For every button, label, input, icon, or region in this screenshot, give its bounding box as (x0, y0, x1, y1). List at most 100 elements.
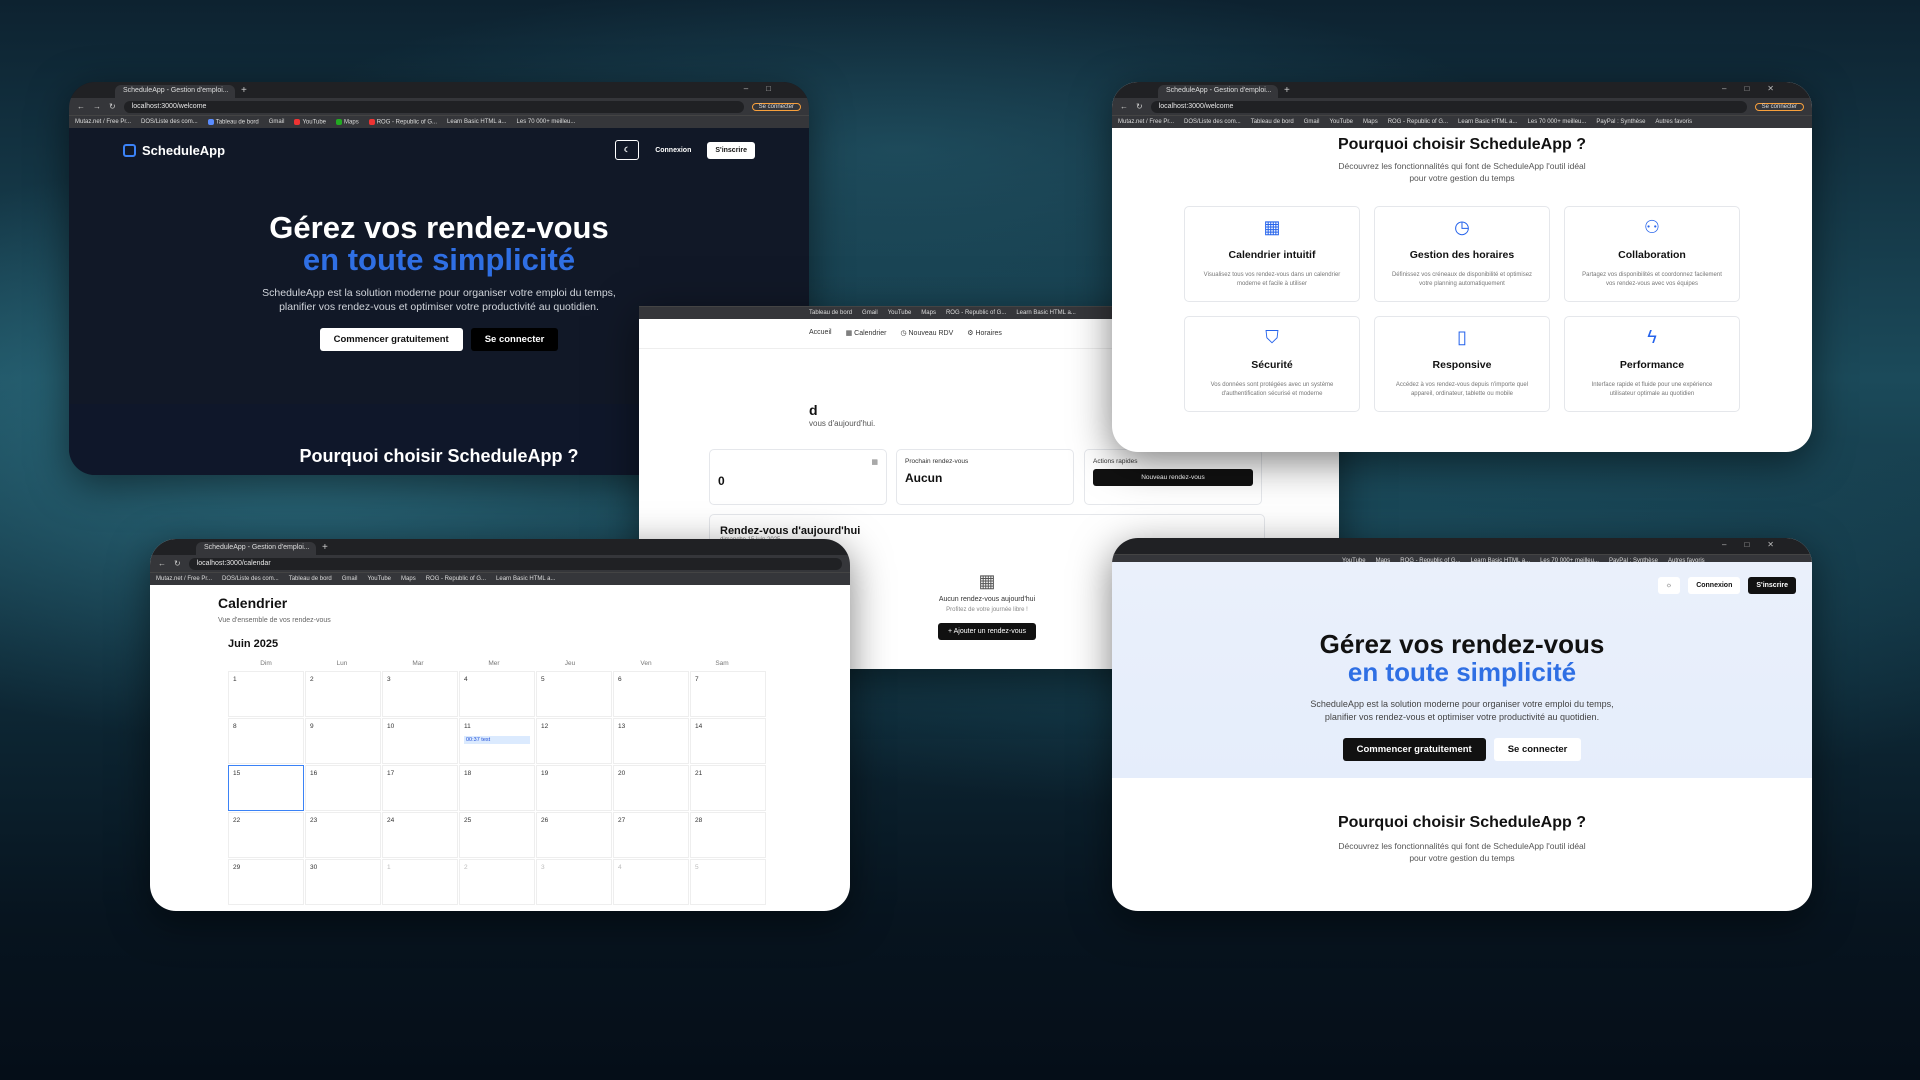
bookmark-10[interactable]: PayPal : Synthèse (1609, 558, 1658, 564)
new-tab-icon[interactable]: + (241, 85, 247, 96)
day-cell[interactable]: 6 (613, 671, 689, 717)
bookmark-4[interactable]: Gmail (269, 119, 285, 125)
url-field[interactable]: localhost:3000/welcome (1150, 100, 1747, 113)
day-cell[interactable]: 2 (305, 671, 381, 717)
start-free-button[interactable]: Commencer gratuitement (319, 328, 463, 351)
reload-icon[interactable]: ↻ (174, 559, 181, 568)
bookmark-5[interactable]: YouTube (294, 118, 326, 125)
other-bookmarks[interactable]: Autres favoris (1668, 558, 1705, 564)
bookmark-6[interactable]: Maps (401, 576, 416, 582)
day-cell[interactable]: 25 (459, 812, 535, 858)
nav-home[interactable]: Accueil (809, 329, 832, 348)
browser-tab[interactable]: ScheduleApp - Gestion d'emploi... (196, 542, 316, 555)
bookmark-3[interactable]: Tableau de bord (289, 576, 332, 582)
start-free-button[interactable]: Commencer gratuitement (1342, 738, 1486, 761)
day-cell[interactable]: 1 (382, 859, 458, 905)
bookmark-5[interactable]: YouTube (888, 310, 912, 316)
bookmark-7[interactable]: ROG - Republic of G... (1400, 558, 1460, 564)
bookmark-8[interactable]: Learn Basic HTML a... (1471, 558, 1530, 564)
bookmark-6[interactable]: Maps (1376, 558, 1391, 564)
bookmark-4[interactable]: Gmail (1304, 119, 1320, 125)
day-cell[interactable]: 28 (690, 812, 766, 858)
day-cell[interactable]: 21 (690, 765, 766, 811)
day-cell[interactable]: 16 (305, 765, 381, 811)
day-cell[interactable]: 18 (459, 765, 535, 811)
bookmark-8[interactable]: Learn Basic HTML a... (447, 119, 506, 125)
bookmark-9[interactable]: Les 70 000+ meilleu... (1540, 558, 1599, 564)
profile-button[interactable]: Se connecter (1754, 102, 1804, 111)
url-field[interactable]: localhost:3000/calendar (188, 557, 842, 570)
login-button[interactable]: Connexion (1688, 577, 1741, 594)
nav-schedules[interactable]: ⚙ Horaires (967, 329, 1002, 348)
new-tab-icon[interactable]: + (322, 542, 328, 553)
window-controls-icon[interactable]: –□ (744, 84, 789, 93)
bookmark-10[interactable]: PayPal : Synthèse (1596, 119, 1645, 125)
day-cell[interactable]: 11 00:37 test (459, 718, 535, 764)
signup-button[interactable]: S'inscrire (707, 141, 755, 159)
bookmark-1[interactable]: Mutaz.net / Free Pr... (75, 119, 131, 125)
bookmark-4[interactable]: Gmail (862, 310, 878, 316)
day-cell[interactable]: 26 (536, 812, 612, 858)
bookmark-1[interactable]: Mutaz.net / Free Pr... (156, 576, 212, 582)
bookmark-5[interactable]: YouTube (1342, 558, 1366, 564)
bookmark-3[interactable]: Tableau de bord (1251, 119, 1294, 125)
add-appointment-button[interactable]: + Ajouter un rendez-vous (937, 623, 1037, 640)
day-cell[interactable]: 7 (690, 671, 766, 717)
day-cell-today[interactable]: 15 (228, 765, 304, 811)
day-cell[interactable]: 29 (228, 859, 304, 905)
profile-button[interactable]: Se connecter (751, 102, 801, 111)
bookmark-3[interactable]: Tableau de bord (207, 118, 259, 125)
bookmark-2[interactable]: DOS/Liste des com... (141, 119, 198, 125)
bookmark-3[interactable]: Tableau de bord (809, 310, 852, 316)
day-cell[interactable]: 14 (690, 718, 766, 764)
back-icon[interactable]: ← (1120, 102, 1128, 111)
day-cell[interactable]: 19 (536, 765, 612, 811)
nav-new-appointment[interactable]: ◷ Nouveau RDV (900, 329, 953, 348)
bookmark-8[interactable]: Learn Basic HTML a... (1016, 310, 1075, 316)
app-logo[interactable]: ScheduleApp (123, 143, 225, 158)
day-cell[interactable]: 23 (305, 812, 381, 858)
back-icon[interactable]: ← (158, 559, 166, 568)
day-cell[interactable]: 4 (459, 671, 535, 717)
calendar-event[interactable]: 00:37 test (464, 736, 530, 744)
bookmark-6[interactable]: Maps (336, 118, 359, 125)
reload-icon[interactable]: ↻ (1136, 102, 1143, 111)
day-cell[interactable]: 10 (382, 718, 458, 764)
new-tab-icon[interactable]: + (1284, 85, 1290, 96)
bookmark-5[interactable]: YouTube (367, 576, 391, 582)
theme-toggle-icon[interactable]: ☾ (614, 140, 640, 160)
bookmark-7[interactable]: ROG - Republic of G... (426, 576, 486, 582)
day-cell[interactable]: 24 (382, 812, 458, 858)
day-cell[interactable]: 9 (305, 718, 381, 764)
bookmark-6[interactable]: Maps (1363, 119, 1378, 125)
bookmark-9[interactable]: Les 70 000+ meilleu... (1528, 119, 1587, 125)
forward-icon[interactable]: → (93, 102, 101, 111)
back-icon[interactable]: ← (77, 102, 85, 111)
day-cell[interactable]: 5 (536, 671, 612, 717)
day-cell[interactable]: 5 (690, 859, 766, 905)
window-controls-icon[interactable]: –□✕ (1722, 540, 1792, 549)
day-cell[interactable]: 3 (382, 671, 458, 717)
day-cell[interactable]: 8 (228, 718, 304, 764)
new-appointment-button[interactable]: Nouveau rendez-vous (1093, 469, 1253, 486)
day-cell[interactable]: 2 (459, 859, 535, 905)
nav-calendar[interactable]: ▦ Calendrier (846, 329, 887, 348)
bookmark-9[interactable]: Les 70 000+ meilleu... (517, 119, 576, 125)
browser-tab[interactable]: ScheduleApp - Gestion d'emploi... (115, 85, 235, 98)
day-cell[interactable]: 27 (613, 812, 689, 858)
day-cell[interactable]: 30 (305, 859, 381, 905)
bookmark-6[interactable]: Maps (921, 310, 936, 316)
day-cell[interactable]: 3 (536, 859, 612, 905)
login-button[interactable]: Connexion (647, 141, 700, 159)
hero-login-button[interactable]: Se connecter (1493, 738, 1582, 761)
day-cell[interactable]: 13 (613, 718, 689, 764)
bookmark-5[interactable]: YouTube (1329, 119, 1353, 125)
day-cell[interactable]: 4 (613, 859, 689, 905)
signup-button[interactable]: S'inscrire (1748, 577, 1796, 594)
hero-login-button[interactable]: Se connecter (470, 328, 559, 351)
day-cell[interactable]: 22 (228, 812, 304, 858)
reload-icon[interactable]: ↻ (109, 102, 116, 111)
browser-tab[interactable]: ScheduleApp - Gestion d'emploi... (1158, 85, 1278, 98)
theme-toggle-icon[interactable]: ☼ (1657, 577, 1681, 594)
other-bookmarks[interactable]: Autres favoris (1655, 119, 1692, 125)
